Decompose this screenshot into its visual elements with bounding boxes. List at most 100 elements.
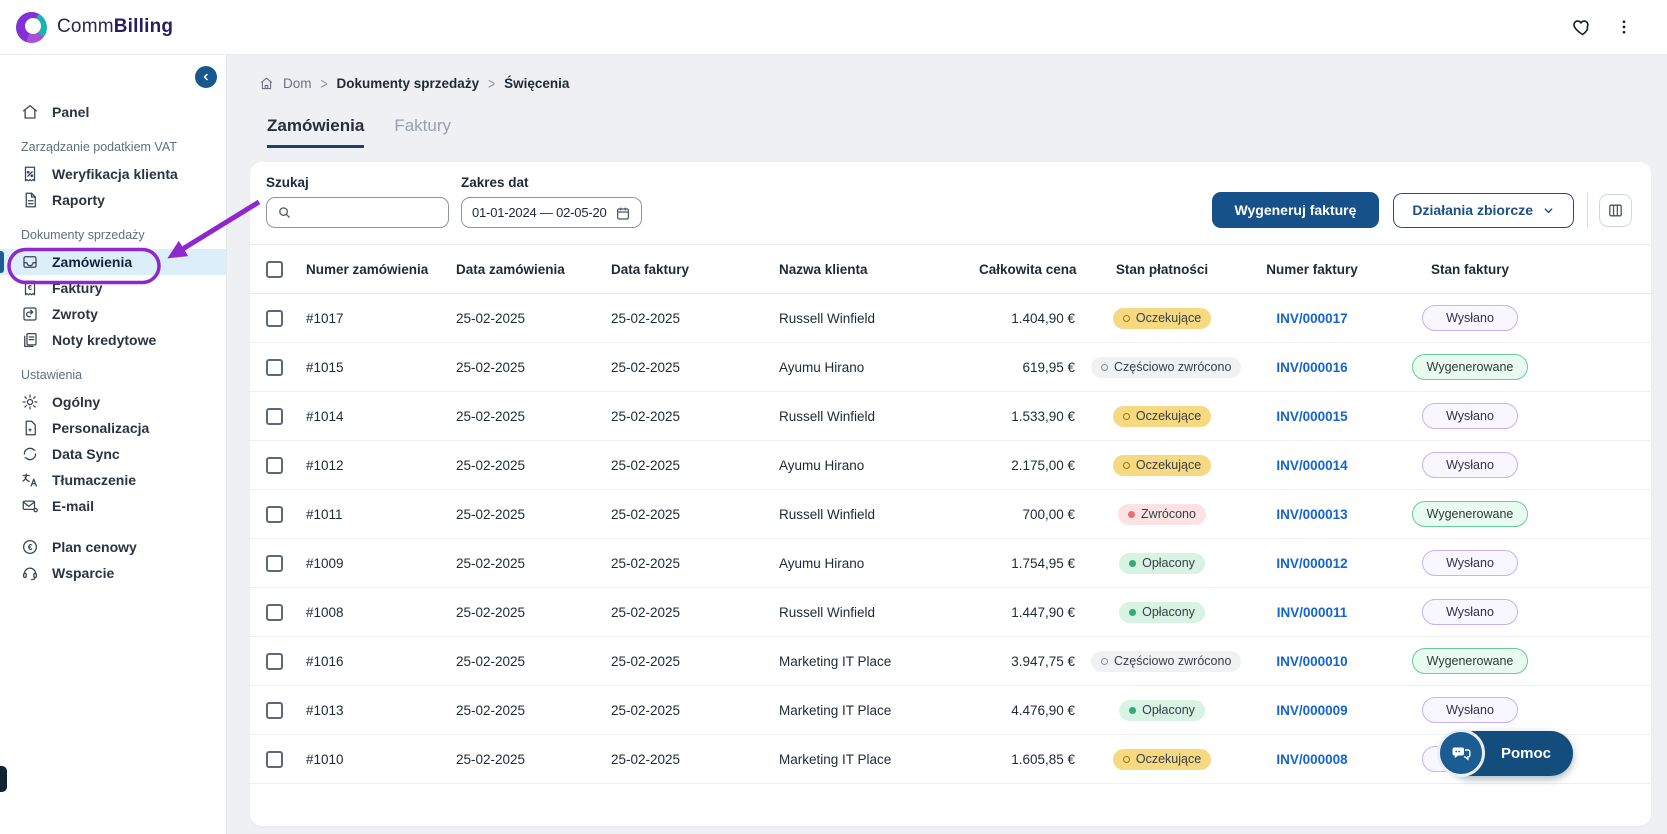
brand-logo-icon (16, 12, 47, 43)
column-header-calkowita-cena: Całkowita cena (979, 262, 1091, 277)
row-checkbox[interactable] (266, 555, 283, 572)
invoice-number-link[interactable]: INV/000013 (1276, 507, 1347, 522)
invoice-status-badge: Wysłano (1422, 599, 1518, 625)
svg-text:€: € (28, 283, 33, 292)
sidebar-item-raporty[interactable]: Raporty (0, 187, 226, 213)
invoice-number-link[interactable]: INV/000017 (1276, 311, 1347, 326)
status-dot (1101, 364, 1108, 371)
sidebar-item-label: Tłumaczenie (52, 472, 136, 488)
search-input[interactable] (300, 205, 438, 220)
sidebar-item-label: Faktury (52, 280, 103, 296)
favorite-heart-icon[interactable] (1565, 10, 1599, 44)
total-price-cell: 700,00 € (979, 507, 1091, 522)
breadcrumb-home[interactable]: Dom (283, 76, 312, 91)
date-range-field[interactable] (461, 197, 642, 228)
order-date-cell: 25-02-2025 (456, 654, 611, 669)
order-number-cell: #1015 (306, 360, 456, 375)
invoice-number-link[interactable]: INV/000010 (1276, 654, 1347, 669)
table-row[interactable]: #100825-02-202525-02-2025Russell Winfiel… (250, 588, 1651, 637)
toolbar: Szukaj Zakres dat (250, 162, 1651, 244)
brand-name: CommBilling (57, 16, 173, 38)
payment-status-badge: Opłacony (1119, 602, 1205, 623)
row-checkbox[interactable] (266, 457, 283, 474)
sidebar-item-weryfikacja-klienta[interactable]: Weryfikacja klienta (0, 161, 226, 187)
order-date-cell: 25-02-2025 (456, 703, 611, 718)
breadcrumb-separator: > (488, 74, 495, 92)
row-checkbox[interactable] (266, 359, 283, 376)
total-price-cell: 619,95 € (979, 360, 1091, 375)
column-header-numer-faktury: Numer faktury (1241, 262, 1391, 277)
table-row[interactable]: #101225-02-202525-02-2025Ayumu Hirano2.1… (250, 441, 1651, 490)
row-checkbox[interactable] (266, 702, 283, 719)
invoice-number-link[interactable]: INV/000015 (1276, 409, 1347, 424)
invoice-date-cell: 25-02-2025 (611, 605, 779, 620)
invoice-number-link[interactable]: INV/000014 (1276, 458, 1347, 473)
sidebar-item-wsparcie[interactable]: Wsparcie (0, 560, 226, 586)
tab-orders[interactable]: Zamówienia (267, 116, 364, 148)
table-row[interactable]: #101725-02-202525-02-2025Russell Winfiel… (250, 294, 1651, 343)
calendar-icon[interactable] (615, 205, 631, 221)
total-price-cell: 1.533,90 € (979, 409, 1091, 424)
translate-icon (21, 471, 39, 489)
tab-invoices[interactable]: Faktury (394, 116, 451, 148)
sidebar-item-zwroty[interactable]: Zwroty (0, 301, 226, 327)
row-checkbox[interactable] (266, 653, 283, 670)
table-row[interactable]: #101125-02-202525-02-2025Russell Winfiel… (250, 490, 1651, 539)
sidebar-item-label: E-mail (52, 498, 94, 514)
payment-status-badge: Opłacony (1119, 553, 1205, 574)
sidebar-item-tlumaczenie[interactable]: Tłumaczenie (0, 467, 226, 493)
column-settings-button[interactable] (1599, 194, 1632, 227)
invoice-number-link[interactable]: INV/000016 (1276, 360, 1347, 375)
invoice-status-badge: Wysłano (1422, 452, 1518, 478)
payment-status-badge: Częściowo zwrócono (1091, 357, 1241, 378)
sidebar-item-noty-kredytowe[interactable]: Noty kredytowe (0, 327, 226, 353)
invoice-number-link[interactable]: INV/000012 (1276, 556, 1347, 571)
sidebar-item-faktury[interactable]: € Faktury (0, 275, 226, 301)
sidebar-item-e-mail[interactable]: E-mail (0, 493, 226, 519)
invoice-number-link[interactable]: INV/000011 (1277, 605, 1348, 620)
more-menu-icon[interactable] (1607, 10, 1641, 44)
row-checkbox[interactable] (266, 604, 283, 621)
sidebar-collapse-button[interactable] (195, 66, 217, 88)
order-date-cell: 25-02-2025 (456, 311, 611, 326)
row-checkbox[interactable] (266, 751, 283, 768)
sidebar-item-plan-cenowy[interactable]: €Plan cenowy (0, 534, 226, 560)
invoice-status-badge: Wygenerowane (1412, 501, 1529, 527)
chat-bubbles-icon (1437, 729, 1485, 777)
table-row[interactable]: #101625-02-202525-02-2025Marketing IT Pl… (250, 637, 1651, 686)
sidebar-item-zamowienia[interactable]: Zamówienia (0, 249, 226, 275)
table-row[interactable]: #101325-02-202525-02-2025Marketing IT Pl… (250, 686, 1651, 735)
table-row[interactable]: #100925-02-202525-02-2025Ayumu Hirano1.7… (250, 539, 1651, 588)
breadcrumb-sales-documents[interactable]: Dokumenty sprzedaży (337, 76, 480, 91)
invoice-number-link[interactable]: INV/000008 (1276, 752, 1347, 767)
search-field[interactable] (266, 197, 449, 228)
row-checkbox[interactable] (266, 506, 283, 523)
sidebar: PanelZarządzanie podatkiem VATWeryfikacj… (0, 55, 227, 834)
search-icon (277, 205, 292, 220)
generate-invoice-button[interactable]: Wygeneruj fakturę (1212, 192, 1380, 228)
order-number-cell: #1011 (306, 507, 456, 522)
total-price-cell: 2.175,00 € (979, 458, 1091, 473)
table-row[interactable]: #101425-02-202525-02-2025Russell Winfiel… (250, 392, 1651, 441)
select-all-checkbox[interactable] (266, 261, 283, 278)
invoice-date-cell: 25-02-2025 (611, 703, 779, 718)
invoice-status-badge: Wygenerowane (1412, 648, 1529, 674)
main-content: Dom > Dokumenty sprzedaży > Święcenia Za… (227, 55, 1667, 834)
status-dot (1128, 511, 1135, 518)
sidebar-item-panel[interactable]: Panel (0, 99, 226, 125)
order-number-cell: #1014 (306, 409, 456, 424)
table-row[interactable]: #101525-02-202525-02-2025Ayumu Hirano619… (250, 343, 1651, 392)
sidebar-item-ogolny[interactable]: Ogólny (0, 389, 226, 415)
invoice-status-badge: Wysłano (1422, 550, 1518, 576)
bulk-actions-button[interactable]: Działania zbiorcze (1393, 193, 1574, 228)
sidebar-item-data-sync[interactable]: Data Sync (0, 441, 226, 467)
help-button[interactable]: Pomoc (1447, 731, 1573, 776)
brand-logo[interactable]: CommBilling (16, 12, 173, 43)
row-checkbox[interactable] (266, 310, 283, 327)
date-range-input[interactable] (472, 205, 607, 220)
sidebar-item-personalizacja[interactable]: Personalizacja (0, 415, 226, 441)
row-checkbox[interactable] (266, 408, 283, 425)
client-name-cell: Marketing IT Place (779, 654, 979, 669)
client-name-cell: Russell Winfield (779, 311, 979, 326)
invoice-number-link[interactable]: INV/000009 (1276, 703, 1347, 718)
